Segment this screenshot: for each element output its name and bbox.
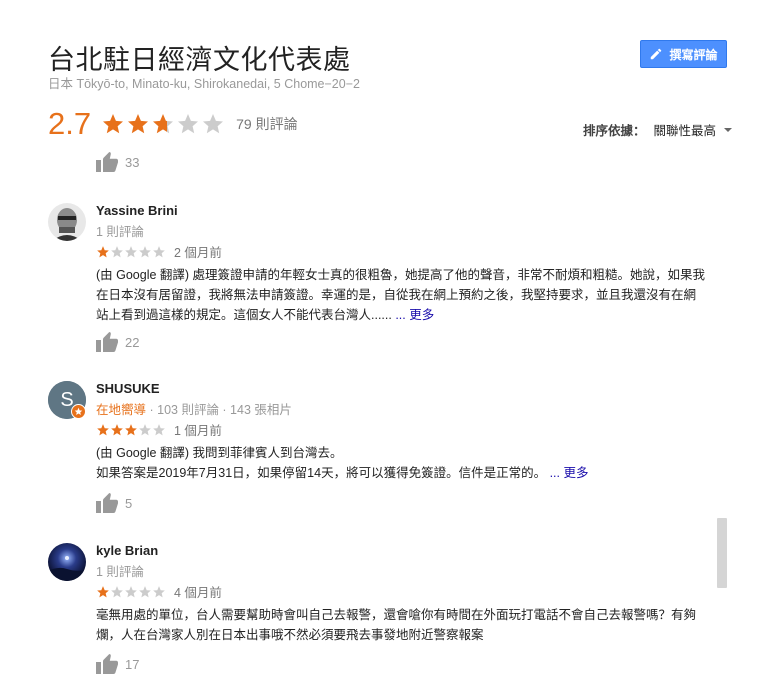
reviewer-stats: · 103 則評論 · 143 張相片 [146, 403, 292, 417]
star-icon [97, 245, 109, 257]
review-stars [96, 585, 166, 599]
rating-value: 2.7 [48, 106, 92, 141]
dropdown-caret-icon [724, 127, 733, 132]
rating-summary: 2.7 79 則評論 [48, 104, 298, 144]
star-icon [128, 114, 149, 134]
review-date: 1 個月前 [174, 424, 222, 438]
like-count: 22 [125, 334, 140, 350]
review-text: (由 Google 翻譯) 處理簽證申請的年輕女士真的很粗魯，她提高了他的聲音，… [96, 265, 706, 325]
review-body: 毫無用處的單位，台人需要幫助時會叫自己去報警，還會嗆你有時間在外面玩打電話不會自… [96, 608, 697, 642]
review-rating: 4 個月前 [96, 582, 222, 601]
avatar[interactable]: S [48, 381, 86, 419]
like-count: 5 [125, 495, 133, 511]
like-count: 17 [125, 656, 140, 672]
avatar[interactable] [48, 203, 86, 241]
star-icon [125, 245, 137, 257]
star-icon [103, 114, 124, 134]
star-icon [139, 585, 151, 597]
star-icon [153, 423, 165, 435]
write-review-button[interactable]: 撰寫評論 [640, 40, 727, 68]
like-button[interactable]: 22 [96, 332, 139, 352]
local-guide-label: 在地嚮導 [96, 403, 147, 417]
star-icon [97, 423, 109, 435]
more-link[interactable]: 更多 [563, 466, 588, 480]
reviewer-name[interactable]: SHUSUKE [96, 381, 160, 396]
like-button[interactable]: 5 [96, 493, 132, 513]
sort-value: 關聯性最高 [653, 124, 717, 138]
review-body-line: 如果答案是2019年7月31日，如果停留14天，將可以獲得免簽證。信件是正常的。 [96, 466, 547, 480]
rating-stars [101, 112, 226, 136]
sort-label: 排序依據： [583, 124, 646, 138]
review-item: kyle Brian 1 則評論 4 個月前 毫無用處的單位，台人需要幫助時會叫… [48, 543, 728, 653]
star-icon [203, 114, 224, 134]
review-stars [96, 245, 166, 259]
like-button[interactable]: 33 [96, 152, 139, 172]
star-icon [153, 585, 165, 597]
place-title: 台北駐日經濟文化代表處 [48, 45, 351, 76]
star-icon [125, 585, 137, 597]
write-review-label: 撰寫評論 [669, 47, 718, 62]
review-text: 毫無用處的單位，台人需要幫助時會叫自己去報警，還會嗆你有時間在外面玩打電話不會自… [96, 605, 706, 645]
thumbs-up-icon [96, 654, 118, 674]
review-date: 4 個月前 [174, 586, 222, 600]
star-icon [139, 423, 151, 435]
star-icon [178, 114, 199, 134]
review-count[interactable]: 79 則評論 [236, 114, 297, 134]
star-icon [111, 423, 123, 435]
pencil-icon [651, 48, 662, 60]
star-icon [125, 423, 137, 435]
place-address: 日本 Tōkyō-to, Minato-ku, Shirokanedai, 5 … [48, 77, 360, 91]
local-guide-badge-icon [71, 404, 86, 419]
reviewer-name[interactable]: kyle Brian [96, 543, 158, 558]
thumbs-up-icon [96, 332, 118, 352]
star-icon [111, 585, 123, 597]
like-button[interactable]: 17 [96, 654, 139, 674]
reviewer-name[interactable]: Yassine Brini [96, 203, 178, 218]
reviewer-meta: 1 則評論 [96, 225, 144, 239]
review-rating: 2 個月前 [96, 242, 222, 261]
scrollbar-thumb[interactable] [717, 518, 727, 588]
star-icon [111, 245, 123, 257]
thumbs-up-icon [96, 493, 118, 513]
review-text: (由 Google 翻譯) 我問到菲律賓人到台灣去。 如果答案是2019年7月3… [96, 443, 706, 483]
review-stars [96, 423, 166, 437]
review-date: 2 個月前 [174, 246, 222, 260]
review-ellipsis: ... [549, 466, 560, 480]
reviewer-meta: 1 則評論 [96, 565, 144, 579]
review-item: Yassine Brini 1 則評論 2 個月前 (由 Google 翻譯) … [48, 203, 728, 353]
review-ellipsis: ... [395, 308, 406, 322]
star-icon [97, 585, 109, 597]
thumbs-up-icon [96, 152, 118, 172]
review-body-line: (由 Google 翻譯) 我問到菲律賓人到台灣去。 [96, 446, 343, 460]
star-icon [153, 245, 165, 257]
star-icon [139, 245, 151, 257]
review-rating: 1 個月前 [96, 420, 222, 439]
avatar[interactable] [48, 543, 86, 581]
like-count: 33 [125, 154, 140, 170]
review-item: S SHUSUKE 在地嚮導 · 103 則評論 · 143 張相片 1 個月前… [48, 381, 728, 491]
more-link[interactable]: 更多 [409, 308, 434, 322]
star-icon [153, 114, 174, 134]
reviewer-meta: 在地嚮導 · 103 則評論 · 143 張相片 [96, 399, 292, 418]
sort-dropdown[interactable]: 排序依據： 關聯性最高 [583, 120, 733, 139]
